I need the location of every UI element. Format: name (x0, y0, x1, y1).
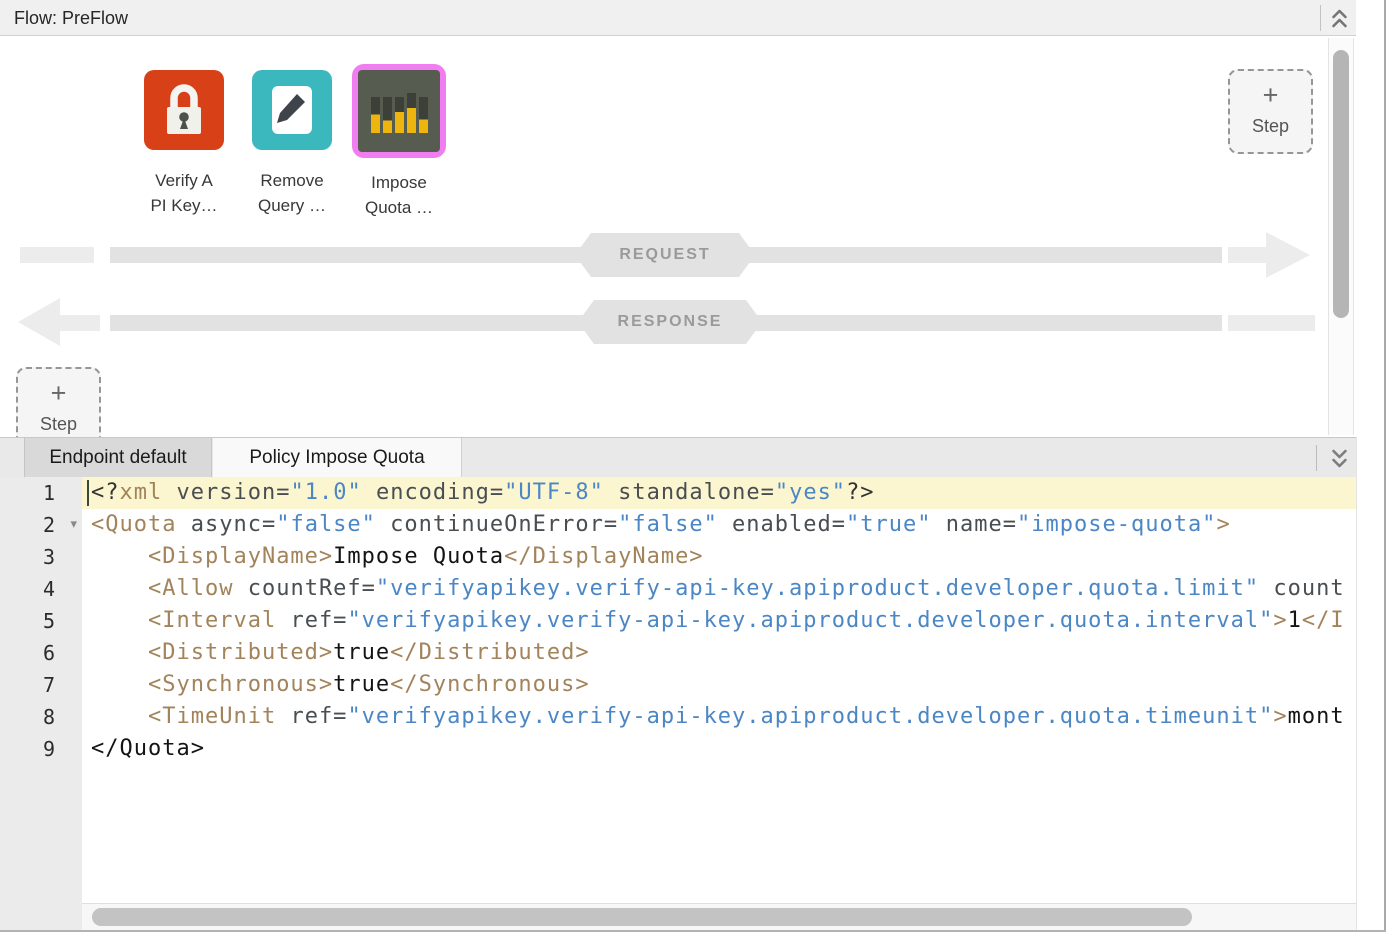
response-flow-tag: RESPONSE (578, 300, 762, 344)
policy-label: Remove Query … (232, 168, 352, 218)
code-line[interactable]: <Allow countRef="verifyapikey.verify-api… (82, 573, 1356, 605)
code-line[interactable]: <Quota async="false" continueOnError="fa… (82, 509, 1356, 541)
tab-policy-impose-quota[interactable]: Policy Impose Quota (213, 438, 462, 478)
line-number: 3 (0, 541, 82, 573)
flow-canvas: Verify A PI Key… Remove Query … (0, 36, 1356, 437)
flow-title: Flow: PreFlow (14, 8, 128, 29)
selection-outline (352, 64, 446, 158)
add-step-button-request[interactable]: + Step (1228, 69, 1313, 154)
policy-label: Verify A PI Key… (124, 168, 244, 218)
response-arrowhead-icon (18, 298, 60, 346)
policy-label-line1: Verify A (124, 168, 244, 193)
policy-node-remove-query[interactable]: Remove Query … (232, 70, 352, 218)
chevron-double-up-icon (1329, 7, 1350, 30)
code-line[interactable]: <TimeUnit ref="verifyapikey.verify-api-k… (82, 701, 1356, 733)
plus-icon: + (1230, 80, 1311, 110)
policy-label-line2: Query … (232, 193, 352, 218)
line-number: 7 (0, 669, 82, 701)
line-number: 5 (0, 605, 82, 637)
code-line[interactable]: <Interval ref="verifyapikey.verify-api-k… (82, 605, 1356, 637)
text-cursor (87, 480, 89, 506)
fold-caret-icon[interactable]: ▾ (70, 509, 77, 541)
response-arrow-segment (1228, 315, 1315, 331)
code-line[interactable]: <?xml version="1.0" encoding="UTF-8" sta… (82, 477, 1356, 509)
code-line[interactable]: </Quota> (82, 733, 1356, 765)
tab-endpoint-default[interactable]: Endpoint default (24, 438, 212, 478)
expand-panel-button[interactable] (1326, 446, 1352, 471)
request-arrow-segment (1228, 247, 1270, 263)
policy-label-line1: Impose (339, 170, 459, 195)
policy-node-impose-quota[interactable]: Impose Quota … (339, 64, 459, 220)
scrollbar-thumb[interactable] (92, 908, 1192, 926)
editor-gutter: 12▾3456789 (0, 477, 82, 930)
policy-label-line1: Remove (232, 168, 352, 193)
request-flow-tag: REQUEST (575, 233, 755, 277)
line-number: 9 (0, 733, 82, 765)
window-border (0, 930, 1386, 932)
code-line[interactable]: <DisplayName>Impose Quota</DisplayName> (82, 541, 1356, 573)
editor-tabbar: Endpoint default Policy Impose Quota (0, 437, 1356, 477)
add-step-button-response[interactable]: + Step (16, 367, 101, 437)
panel-edge (1356, 437, 1357, 930)
lock-icon (144, 70, 224, 150)
policy-node-verify-api-key[interactable]: Verify A PI Key… (124, 70, 244, 218)
tab-label: Endpoint default (49, 447, 186, 468)
code-line[interactable]: <Synchronous>true</Synchronous> (82, 669, 1356, 701)
flow-header: Flow: PreFlow (0, 0, 1356, 36)
tabbar-separator (1316, 445, 1317, 471)
policy-label-line2: PI Key… (124, 193, 244, 218)
line-number: 2▾ (0, 509, 82, 541)
line-number: 8 (0, 701, 82, 733)
apigee-flow-editor: Flow: PreFlow Verify A PI Key… (0, 0, 1392, 938)
window-border (1384, 0, 1386, 932)
plus-icon: + (18, 378, 99, 408)
collapse-panel-button[interactable] (1326, 6, 1352, 31)
chevron-double-down-icon (1329, 447, 1350, 470)
line-number: 6 (0, 637, 82, 669)
editor-horizontal-scrollbar[interactable] (82, 903, 1356, 930)
pencil-icon (252, 70, 332, 150)
policy-label-line2: Quota … (339, 195, 459, 220)
scrollbar-thumb[interactable] (1333, 50, 1349, 318)
request-arrow-segment (20, 247, 94, 263)
code-line[interactable]: <Distributed>true</Distributed> (82, 637, 1356, 669)
code-editor[interactable]: <?xml version="1.0" encoding="UTF-8" sta… (82, 477, 1356, 903)
header-separator (1320, 5, 1321, 31)
request-arrowhead-icon (1266, 232, 1310, 278)
canvas-vertical-scrollbar[interactable] (1328, 38, 1354, 435)
policy-label: Impose Quota … (339, 170, 459, 220)
response-arrow-segment (58, 315, 100, 331)
response-label: RESPONSE (618, 313, 723, 331)
request-label: REQUEST (619, 246, 710, 264)
line-number: 4 (0, 573, 82, 605)
line-number: 1 (0, 477, 82, 509)
bar-chart-icon (358, 70, 440, 152)
tab-label: Policy Impose Quota (249, 447, 424, 468)
